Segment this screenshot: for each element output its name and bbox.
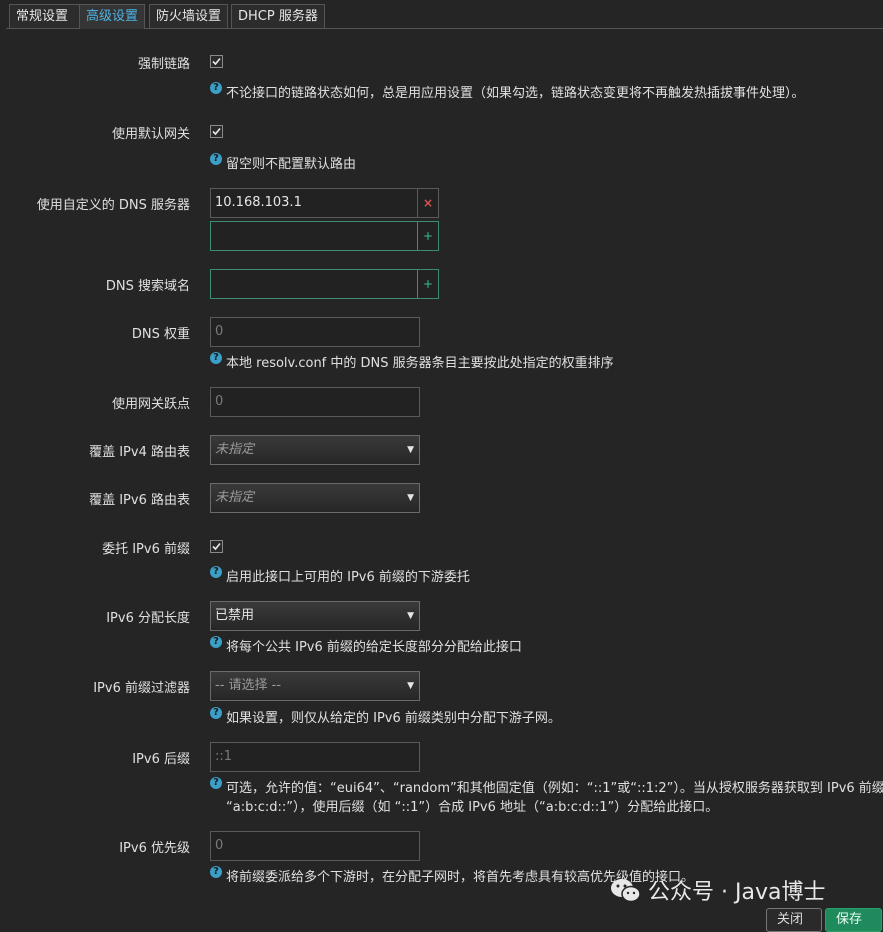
force-link-help: ? 不论接口的链路状态如何，总是用应用设置（如果勾选，链路状态变更将不再触发热插拔…: [210, 82, 805, 101]
chevron-down-icon: ▼: [407, 611, 414, 621]
checkmark-icon: [212, 542, 221, 551]
ipv4-table-label: 覆盖 IPv4 路由表: [89, 445, 190, 460]
ipv6-suffix-help-line2: “a:b:c:d::”），使用后缀（如 “::1”）合成 IPv6 地址（“a:…: [226, 800, 719, 815]
gateway-metric-label: 使用网关跃点: [111, 397, 190, 412]
ipv6-suffix-label: IPv6 后缀: [132, 752, 190, 767]
default-gateway-checkbox[interactable]: [210, 125, 223, 138]
help-icon: ?: [210, 866, 222, 878]
dns-weight-input[interactable]: 0: [210, 317, 420, 347]
help-icon: ?: [210, 777, 222, 789]
custom-dns-new-entry[interactable]: +: [210, 221, 439, 251]
ipv6-priority-label: IPv6 优先级: [119, 841, 190, 856]
custom-dns-value: 10.168.103.1: [215, 195, 302, 210]
remove-dns-button[interactable]: ×: [417, 189, 438, 217]
ipv6-prefix-filter-select[interactable]: -- 请选择 -- ▼: [210, 671, 420, 701]
add-search-domain-button[interactable]: +: [417, 270, 438, 298]
ipv6-prefix-filter-help: ? 如果设置，则仅从给定的 IPv6 前缀类别中分配下游子网。: [210, 707, 561, 726]
help-icon: ?: [210, 153, 222, 165]
help-icon: ?: [210, 82, 222, 94]
chevron-down-icon: ▼: [407, 493, 414, 503]
close-button[interactable]: 关闭: [766, 908, 822, 932]
force-link-checkbox[interactable]: [210, 55, 223, 68]
help-icon: ?: [210, 566, 222, 578]
tab-firewall[interactable]: 防火墙设置: [149, 4, 228, 28]
ipv6-table-value: 未指定: [215, 490, 255, 505]
ipv6-assign-length-select[interactable]: 已禁用 ▼: [210, 601, 420, 631]
tab-dhcp[interactable]: DHCP 服务器: [231, 4, 325, 28]
dns-search-label: DNS 搜索域名: [105, 279, 190, 294]
ipv6-suffix-input[interactable]: ::1: [210, 742, 420, 772]
ipv4-table-select[interactable]: 未指定 ▼: [210, 435, 420, 465]
tab-general[interactable]: 常规设置: [9, 4, 80, 28]
ipv6-priority-input[interactable]: 0: [210, 831, 420, 861]
watermark-text: 公众号 · Java博士: [648, 880, 826, 905]
ipv6-table-label: 覆盖 IPv6 路由表: [89, 493, 190, 508]
ipv6-assign-length-value: 已禁用: [215, 608, 255, 623]
help-icon: ?: [210, 352, 222, 364]
help-text: 本地 resolv.conf 中的 DNS 服务器条目主要按此处指定的权重排序: [226, 356, 614, 371]
help-text: 如果设置，则仅从给定的 IPv6 前缀类别中分配下游子网。: [226, 711, 561, 726]
default-gateway-label: 使用默认网关: [111, 127, 190, 142]
checkmark-icon: [212, 127, 221, 136]
ipv6-prefix-filter-label: IPv6 前缀过滤器: [93, 681, 190, 696]
help-text: 留空则不配置默认路由: [226, 157, 357, 172]
dns-search-input[interactable]: +: [210, 269, 439, 299]
delegate-prefix-checkbox[interactable]: [210, 540, 223, 553]
ipv6-suffix-help: ? 可选，允许的值：“eui64”、“random”和其他固定值（例如：“::1”…: [210, 777, 883, 796]
chevron-down-icon: ▼: [407, 681, 414, 691]
ipv4-table-value: 未指定: [215, 442, 255, 457]
ipv6-prefix-filter-value: -- 请选择 --: [215, 678, 282, 693]
custom-dns-entry[interactable]: 10.168.103.1 ×: [210, 188, 439, 218]
tab-advanced[interactable]: 高级设置: [79, 4, 145, 29]
help-text: 不论接口的链路状态如何，总是用应用设置（如果勾选，链路状态变更将不再触发热插拔事…: [226, 86, 805, 101]
help-text: 可选，允许的值：“eui64”、“random”和其他固定值（例如：“::1”或…: [226, 781, 883, 796]
default-gateway-help: ? 留空则不配置默认路由: [210, 153, 356, 172]
delegate-prefix-label: 委托 IPv6 前缀: [102, 542, 190, 557]
dns-weight-help: ? 本地 resolv.conf 中的 DNS 服务器条目主要按此处指定的权重排序: [210, 352, 614, 371]
add-dns-button[interactable]: +: [417, 222, 438, 250]
help-text: 将每个公共 IPv6 前缀的给定长度部分分配给此接口: [226, 640, 522, 655]
wechat-icon: [611, 879, 641, 903]
ipv6-assign-length-help: ? 将每个公共 IPv6 前缀的给定长度部分分配给此接口: [210, 636, 522, 655]
delegate-prefix-help: ? 启用此接口上可用的 IPv6 前缀的下游委托: [210, 566, 470, 585]
help-text: 启用此接口上可用的 IPv6 前缀的下游委托: [226, 570, 470, 585]
save-button[interactable]: 保存: [825, 908, 882, 932]
dns-weight-label: DNS 权重: [131, 327, 190, 342]
tab-bar: 常规设置 高级设置 防火墙设置 DHCP 服务器: [6, 0, 883, 29]
gateway-metric-input[interactable]: 0: [210, 387, 420, 417]
ipv6-assign-length-label: IPv6 分配长度: [106, 611, 190, 626]
help-icon: ?: [210, 707, 222, 719]
force-link-label: 强制链路: [137, 57, 190, 72]
checkmark-icon: [212, 57, 221, 66]
custom-dns-label: 使用自定义的 DNS 服务器: [36, 198, 190, 213]
help-icon: ?: [210, 636, 222, 648]
chevron-down-icon: ▼: [407, 445, 414, 455]
ipv6-table-select[interactable]: 未指定 ▼: [210, 483, 420, 513]
